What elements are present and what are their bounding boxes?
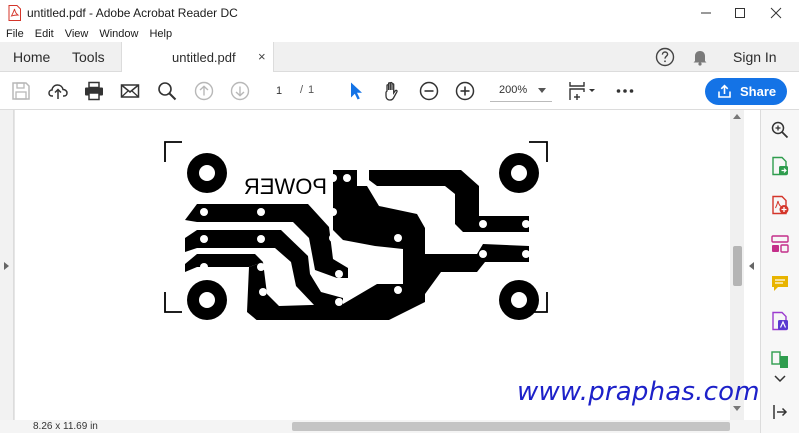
status-bar: 8.26 x 11.69 in xyxy=(0,420,760,433)
pdf-file-icon xyxy=(8,5,21,21)
next-page-icon[interactable] xyxy=(229,80,251,102)
expand-left-icon xyxy=(749,262,754,270)
menu-window[interactable]: Window xyxy=(93,26,143,42)
share-icon xyxy=(718,84,731,98)
right-panel-toggle[interactable] xyxy=(744,110,760,420)
search-icon[interactable] xyxy=(156,80,178,102)
previous-page-icon[interactable] xyxy=(193,80,215,102)
sign-in-button[interactable]: Sign In xyxy=(733,49,777,65)
pcb-label: POWER xyxy=(244,174,327,199)
print-icon[interactable] xyxy=(83,80,105,102)
horizontal-scrollbar[interactable] xyxy=(130,420,730,433)
page-total: 1 xyxy=(308,84,315,96)
tab-document[interactable]: untitled.pdf × xyxy=(121,42,274,73)
compare-files-icon[interactable] xyxy=(770,350,790,370)
tab-home[interactable]: Home xyxy=(13,49,50,65)
page-view-icon[interactable] xyxy=(567,80,597,102)
page-size-label: 8.26 x 11.69 in xyxy=(33,421,98,432)
close-icon xyxy=(770,7,782,19)
menu-help[interactable]: Help xyxy=(143,26,177,42)
chevron-down-icon[interactable] xyxy=(770,372,790,386)
fill-and-sign-icon[interactable] xyxy=(770,311,790,331)
page-separator: / xyxy=(300,84,304,96)
window-title: untitled.pdf - Adobe Acrobat Reader DC xyxy=(27,6,238,20)
help-icon[interactable] xyxy=(655,47,675,67)
zoom-value: 200% xyxy=(499,84,528,96)
share-button[interactable]: Share xyxy=(705,78,787,105)
vertical-scroll-thumb[interactable] xyxy=(733,246,742,286)
maximize-icon xyxy=(735,8,745,18)
minimize-icon xyxy=(701,12,711,14)
organize-pages-icon[interactable] xyxy=(770,234,790,254)
watermark-text: www.praphas.com xyxy=(517,377,760,407)
scroll-up-icon[interactable] xyxy=(733,114,741,119)
tab-close-button[interactable]: × xyxy=(258,49,266,64)
zoom-out-icon[interactable] xyxy=(418,80,440,102)
menu-edit[interactable]: Edit xyxy=(29,26,59,42)
create-pdf-icon[interactable] xyxy=(770,195,790,215)
vertical-scrollbar[interactable] xyxy=(730,110,744,420)
tab-tools[interactable]: Tools xyxy=(72,49,105,65)
mounting-hole xyxy=(187,153,227,193)
left-panel-toggle[interactable] xyxy=(0,110,14,420)
page-number-input[interactable] xyxy=(265,82,293,100)
upload-cloud-icon[interactable] xyxy=(47,80,69,102)
menu-file[interactable]: File xyxy=(0,26,29,42)
expand-right-icon xyxy=(4,262,9,270)
select-cursor-icon[interactable] xyxy=(345,80,367,102)
save-icon[interactable] xyxy=(10,80,32,102)
right-tools-pane xyxy=(760,110,799,433)
menu-view[interactable]: View xyxy=(59,26,94,42)
toolbar: / 1 200% Share xyxy=(0,72,799,110)
collapse-pane-icon[interactable] xyxy=(770,402,790,422)
share-label: Share xyxy=(740,84,777,99)
pcb-layout-drawing: POWER xyxy=(164,141,548,320)
email-icon[interactable] xyxy=(119,80,141,102)
horizontal-scroll-thumb[interactable] xyxy=(292,422,730,431)
close-window-button[interactable] xyxy=(753,0,799,26)
comment-icon[interactable] xyxy=(770,273,790,293)
tab-document-label: untitled.pdf xyxy=(172,50,236,65)
hand-tool-icon[interactable] xyxy=(381,80,403,102)
menu-bar: File Edit View Window Help xyxy=(0,26,799,42)
mounting-hole xyxy=(187,280,227,320)
bell-icon[interactable] xyxy=(690,47,710,67)
mounting-hole xyxy=(499,280,539,320)
export-pdf-icon[interactable] xyxy=(770,156,790,176)
title-bar: untitled.pdf - Adobe Acrobat Reader DC xyxy=(0,0,799,26)
tab-bar: Home Tools untitled.pdf × Sign In xyxy=(0,42,799,73)
pdf-page: POWER xyxy=(15,110,730,420)
zoom-search-icon[interactable] xyxy=(770,120,790,140)
zoom-in-icon[interactable] xyxy=(454,80,476,102)
zoom-select[interactable]: 200% xyxy=(490,80,552,102)
chevron-down-icon xyxy=(538,88,546,93)
more-options-icon[interactable] xyxy=(614,80,636,102)
mounting-hole xyxy=(499,153,539,193)
